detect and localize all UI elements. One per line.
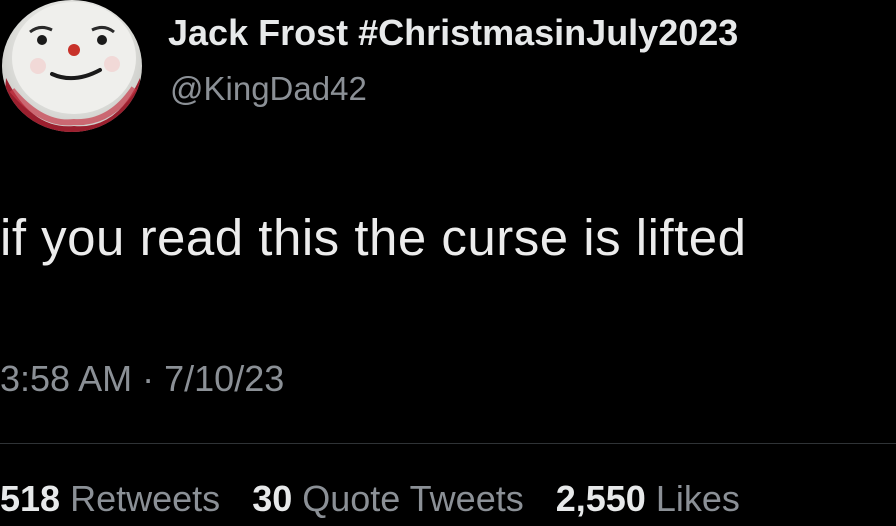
likes-label: Likes <box>655 478 740 519</box>
tweet-timestamp[interactable]: 3:58 AM · 7/10/23 <box>0 358 284 400</box>
timestamp-separator: · <box>142 358 155 399</box>
retweets-count: 518 <box>0 478 61 519</box>
quote-tweets-count: 30 <box>252 478 293 519</box>
retweets-label: Retweets <box>70 478 221 519</box>
tweet-text: if you read this the curse is lifted <box>0 209 747 266</box>
display-name[interactable]: Jack Frost #ChristmasinJuly2023 <box>168 12 738 54</box>
retweets-stat[interactable]: 518 Retweets <box>0 478 220 520</box>
tweet-date: 7/10/23 <box>164 358 285 399</box>
tweet-stats: 518 Retweets 30 Quote Tweets 2,550 Likes <box>0 478 740 520</box>
snowman-face-icon <box>2 2 142 132</box>
quote-tweets-stat[interactable]: 30 Quote Tweets <box>252 478 524 520</box>
user-handle[interactable]: @KingDad42 <box>170 70 367 108</box>
likes-stat[interactable]: 2,550 Likes <box>556 478 740 520</box>
tweet-card: Jack Frost #ChristmasinJuly2023 @KingDad… <box>0 0 896 526</box>
tweet-time: 3:58 AM <box>0 358 133 399</box>
quote-tweets-label: Quote Tweets <box>302 478 524 519</box>
likes-count: 2,550 <box>555 478 646 519</box>
avatar[interactable] <box>2 0 142 132</box>
divider <box>0 443 896 444</box>
